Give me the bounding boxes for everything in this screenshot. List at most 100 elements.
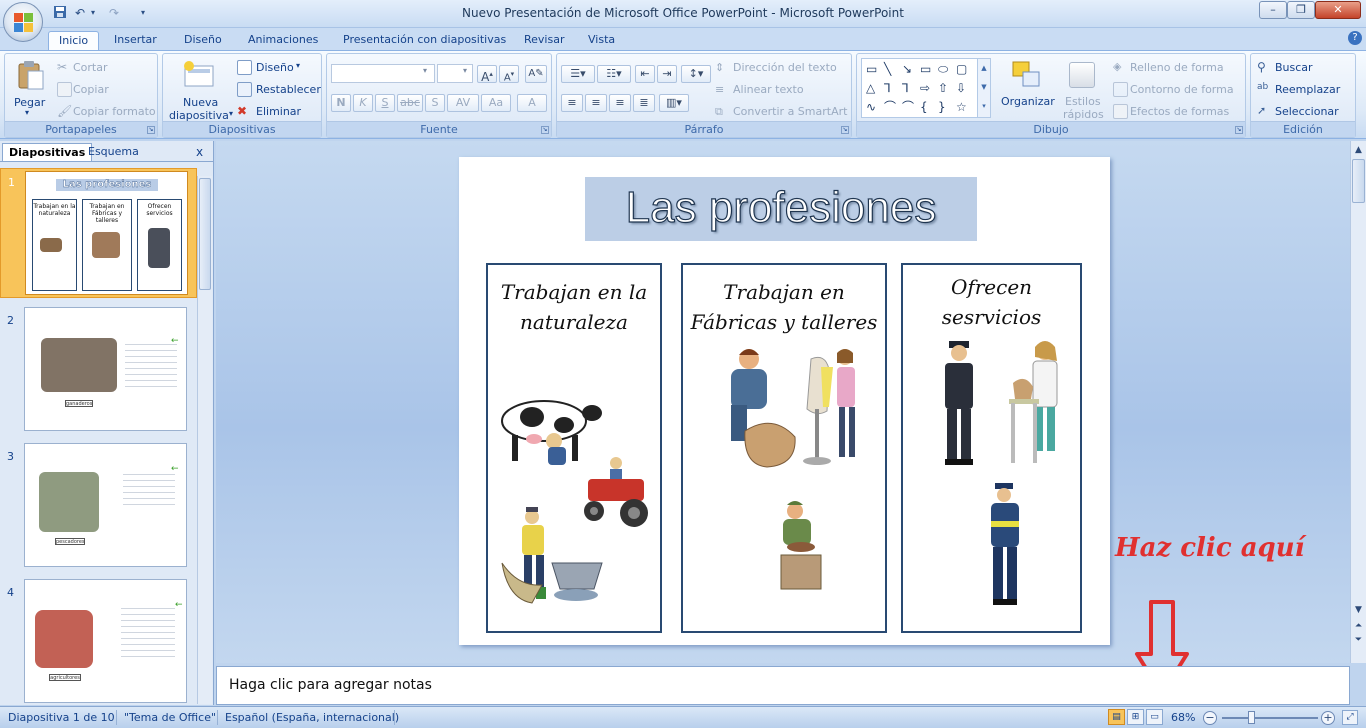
columns-button[interactable]: ▥▾: [659, 94, 689, 112]
minimize-button[interactable]: –: [1259, 1, 1287, 19]
italic-button[interactable]: K: [353, 94, 373, 112]
redo-icon[interactable]: ↷: [106, 5, 122, 21]
font-size-dropdown-icon[interactable]: ▾: [463, 66, 467, 75]
decrease-indent-icon[interactable]: ⇤: [635, 65, 655, 83]
scroll-up-icon[interactable]: ▲: [1352, 143, 1365, 157]
slide-sorter-view-icon[interactable]: ⊞: [1127, 709, 1144, 725]
clear-format-icon[interactable]: A✎: [525, 65, 547, 83]
star-shape-icon[interactable]: ☆: [956, 100, 967, 114]
quick-styles-button[interactable]: Estilos rápidos: [1055, 58, 1109, 121]
next-slide-icon[interactable]: ⏷: [1352, 633, 1365, 647]
line-shape-icon[interactable]: ╲: [884, 62, 891, 76]
numbering-button[interactable]: ☷▾: [597, 65, 631, 83]
font-color-button[interactable]: A: [517, 94, 547, 112]
office-button[interactable]: [3, 2, 43, 42]
undo-icon[interactable]: ↶: [72, 5, 88, 21]
zoom-slider-track[interactable]: [1222, 717, 1318, 719]
bold-button[interactable]: N: [331, 94, 351, 112]
arrange-button[interactable]: Organizar: [999, 58, 1055, 120]
bullets-button[interactable]: ☰▾: [561, 65, 595, 83]
slideshow-view-icon[interactable]: ▭: [1146, 709, 1163, 725]
scrollbar-thumb[interactable]: [1352, 159, 1365, 203]
layout-button[interactable]: Diseño: [256, 61, 294, 74]
select-button[interactable]: Seleccionar: [1275, 105, 1339, 118]
slide-thumbnail-2[interactable]: 2 ← ganaderos: [0, 307, 197, 435]
block-arrow-icon[interactable]: ⇨: [920, 81, 930, 95]
justify-icon[interactable]: ≣: [633, 94, 655, 112]
font-size-input[interactable]: [437, 64, 473, 83]
slide-thumbnail-4[interactable]: 4 ← agricultores: [0, 579, 197, 707]
title-placeholder[interactable]: Las profesiones: [585, 177, 977, 241]
notes-pane[interactable]: Haga clic para agregar notas: [216, 666, 1350, 705]
rounded-rect-shape-icon[interactable]: ▢: [956, 62, 967, 76]
language-indicator[interactable]: Español (España, internacional): [225, 711, 399, 724]
tab-revisar[interactable]: Revisar: [514, 31, 574, 50]
zoom-level[interactable]: 68%: [1171, 711, 1195, 724]
column-panel-servicios[interactable]: Ofrecen sesrvicios: [901, 263, 1082, 633]
elbow-arrow-icon[interactable]: ⅂: [902, 81, 909, 95]
slide-thumbnail-1[interactable]: 1 Las profesiones Trabajan en la natural…: [0, 168, 197, 298]
freeform-shape-icon[interactable]: ⌒: [884, 100, 896, 114]
down-arrow-icon[interactable]: ⇩: [956, 81, 966, 95]
close-button[interactable]: ✕: [1315, 1, 1361, 19]
right-brace-shape-icon[interactable]: }: [938, 100, 946, 114]
find-button[interactable]: Buscar: [1275, 61, 1313, 74]
pane-close-icon[interactable]: x: [196, 145, 203, 159]
align-left-icon[interactable]: ≡: [561, 94, 583, 112]
char-spacing-button[interactable]: AV: [447, 94, 479, 112]
shrink-font-button[interactable]: A▾: [499, 65, 519, 83]
arc-shape-icon[interactable]: ⌒: [902, 100, 914, 114]
oval-shape-icon[interactable]: ⬭: [938, 62, 948, 76]
up-arrow-icon[interactable]: ⇧: [938, 81, 948, 95]
dialog-launcher-icon[interactable]: ↘: [541, 126, 549, 134]
new-slide-button[interactable]: Nueva diapositiva ▾: [167, 58, 233, 122]
line-spacing-button[interactable]: ↕▾: [681, 65, 711, 83]
slides-pane-scrollbar[interactable]: [197, 176, 212, 704]
textbox-shape-icon[interactable]: ▭: [866, 62, 877, 76]
dialog-launcher-icon[interactable]: ↘: [841, 126, 849, 134]
shape-fill-button[interactable]: Relleno de forma: [1130, 61, 1224, 74]
dialog-launcher-icon[interactable]: ↘: [147, 126, 155, 134]
shape-outline-button[interactable]: Contorno de forma: [1130, 83, 1234, 96]
zoom-out-icon[interactable]: −: [1203, 711, 1217, 725]
shadow-button[interactable]: S: [425, 94, 445, 112]
elbow-connector-icon[interactable]: ⅂: [884, 81, 891, 95]
grow-font-button[interactable]: A▴: [477, 65, 497, 84]
column-panel-naturaleza[interactable]: Trabajan en la naturaleza: [486, 263, 662, 633]
dialog-launcher-icon[interactable]: ↘: [1235, 126, 1243, 134]
slide-canvas[interactable]: Las profesiones Trabajan en la naturalez…: [459, 157, 1110, 645]
slide-scrollbar[interactable]: ▲ ▼ ⏶ ⏷: [1350, 141, 1366, 663]
triangle-shape-icon[interactable]: △: [866, 81, 875, 95]
copy-button[interactable]: Copiar: [73, 83, 109, 96]
align-text-button[interactable]: Alinear texto: [733, 83, 804, 96]
align-right-icon[interactable]: ≡: [609, 94, 631, 112]
normal-view-icon[interactable]: ▤: [1108, 709, 1125, 725]
smartart-button[interactable]: Convertir a SmartArt: [733, 105, 847, 118]
paste-button[interactable]: Pegar ▾: [11, 58, 51, 117]
strikethrough-button[interactable]: abc: [397, 94, 423, 112]
shape-effects-button[interactable]: Efectos de formas: [1130, 105, 1229, 118]
zoom-in-icon[interactable]: +: [1321, 711, 1335, 725]
fit-to-window-icon[interactable]: ⤢: [1342, 710, 1358, 725]
brace-shape-icon[interactable]: {: [920, 100, 928, 114]
maximize-button[interactable]: ❐: [1287, 1, 1315, 19]
help-icon[interactable]: ?: [1348, 31, 1362, 45]
tab-inicio[interactable]: Inicio: [48, 31, 100, 50]
underline-button[interactable]: S: [375, 94, 395, 112]
delete-button[interactable]: Eliminar: [256, 105, 301, 118]
text-direction-button[interactable]: Dirección del texto: [733, 61, 837, 74]
column-panel-fabricas[interactable]: Trabajan en Fábricas y talleres: [681, 263, 887, 633]
rectangle-shape-icon[interactable]: ▭: [920, 62, 931, 76]
increase-indent-icon[interactable]: ⇥: [657, 65, 677, 83]
zoom-slider-thumb[interactable]: [1248, 711, 1255, 724]
format-painter-button[interactable]: Copiar formato: [73, 105, 156, 118]
arrow-shape-icon[interactable]: ↘: [902, 62, 912, 76]
tab-vista[interactable]: Vista: [578, 31, 625, 50]
tab-diapositivas[interactable]: Diapositivas: [2, 143, 93, 162]
tab-esquema[interactable]: Esquema: [82, 143, 145, 162]
tab-animaciones[interactable]: Animaciones: [238, 31, 328, 50]
scroll-down-icon[interactable]: ▼: [1352, 603, 1365, 617]
scrollbar-thumb[interactable]: [199, 178, 211, 290]
change-case-button[interactable]: Aa: [481, 94, 511, 112]
customize-qat-icon[interactable]: ▾: [138, 5, 148, 21]
